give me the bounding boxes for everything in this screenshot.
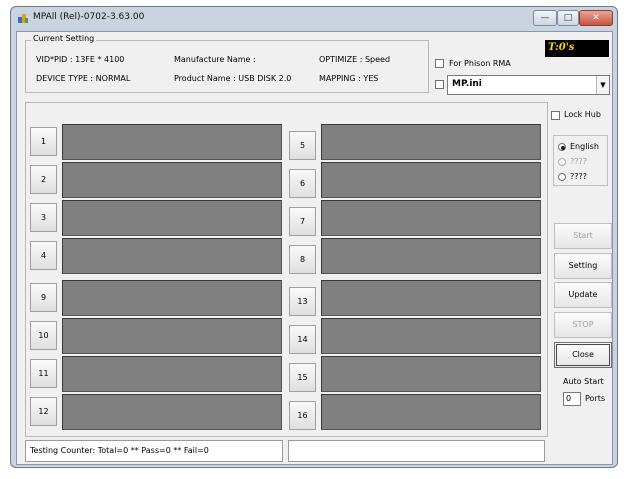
port-status-11 (62, 356, 282, 392)
port-button-1[interactable]: 1 (30, 127, 57, 156)
for-phison-rma-label: For Phison RMA (449, 59, 511, 68)
port-button-12[interactable]: 12 (30, 397, 57, 426)
language-radio-2[interactable] (558, 158, 566, 166)
start-button[interactable]: Start (554, 223, 612, 249)
language-group: English ???? ???? (553, 135, 608, 186)
current-setting-group: Current Setting VID*PID : 13FE * 4100 Ma… (25, 34, 429, 93)
maximize-button[interactable]: □ (557, 10, 579, 26)
chevron-down-icon[interactable]: ▼ (596, 76, 609, 94)
port-button-2[interactable]: 2 (30, 165, 57, 194)
port-status-14 (321, 318, 541, 354)
port-status-16 (321, 394, 541, 430)
title-bar[interactable]: MPAll (Rel)-0702-3.63.00 — □ ✕ (11, 7, 617, 29)
for-phison-rma-checkbox[interactable] (435, 59, 444, 68)
port-button-14[interactable]: 14 (289, 325, 316, 354)
language-label-english: English (570, 142, 599, 151)
port-button-6[interactable]: 6 (289, 169, 316, 198)
port-status-4 (62, 238, 282, 274)
language-radio-english[interactable] (558, 143, 566, 151)
manufacture-name-info: Manufacture Name : (174, 55, 256, 64)
port-status-2 (62, 162, 282, 198)
port-button-11[interactable]: 11 (30, 359, 57, 388)
ini-file-select[interactable]: MP.ini ▼ (447, 75, 610, 95)
port-panel: 1 2 3 4 9 10 11 12 5 6 7 8 13 14 15 16 (25, 102, 548, 437)
port-status-3 (62, 200, 282, 236)
close-window-button[interactable]: ✕ (579, 10, 613, 26)
port-button-4[interactable]: 4 (30, 241, 57, 270)
mapping-info: MAPPING : YES (319, 74, 379, 83)
port-status-1 (62, 124, 282, 160)
minimize-button[interactable]: — (533, 10, 557, 26)
status-message (288, 440, 545, 462)
app-window: MPAll (Rel)-0702-3.63.00 — □ ✕ Current S… (10, 6, 618, 468)
port-status-7 (321, 200, 541, 236)
ini-file-value: MP.ini (452, 79, 482, 89)
port-status-13 (321, 280, 541, 316)
testing-counter-status: Testing Counter: Total=0 ** Pass=0 ** Fa… (25, 440, 283, 462)
port-status-15 (321, 356, 541, 392)
port-status-12 (62, 394, 282, 430)
language-radio-3[interactable] (558, 173, 566, 181)
port-status-6 (321, 162, 541, 198)
close-button[interactable]: Close (554, 342, 612, 368)
port-button-3[interactable]: 3 (30, 203, 57, 232)
port-button-13[interactable]: 13 (289, 287, 316, 316)
auto-start-ports-input[interactable]: 0 (563, 392, 581, 406)
timer-display: T:0's (545, 40, 609, 57)
port-button-10[interactable]: 10 (30, 321, 57, 350)
port-button-5[interactable]: 5 (289, 131, 316, 160)
language-label-3: ???? (570, 172, 587, 181)
port-status-5 (321, 124, 541, 160)
device-type-info: DEVICE TYPE : NORMAL (36, 74, 131, 83)
window-title: MPAll (Rel)-0702-3.63.00 (33, 12, 145, 22)
update-button[interactable]: Update (554, 282, 612, 308)
port-status-10 (62, 318, 282, 354)
product-name-info: Product Name : USB DISK 2.0 (174, 74, 292, 83)
port-status-9 (62, 280, 282, 316)
port-button-16[interactable]: 16 (289, 401, 316, 430)
port-button-9[interactable]: 9 (30, 283, 57, 312)
language-label-2: ???? (570, 157, 587, 166)
setting-button[interactable]: Setting (554, 253, 612, 279)
port-status-8 (321, 238, 541, 274)
port-button-8[interactable]: 8 (289, 245, 316, 274)
lock-hub-checkbox[interactable] (551, 111, 560, 120)
port-button-7[interactable]: 7 (289, 207, 316, 236)
ini-enable-checkbox[interactable] (435, 80, 444, 89)
current-setting-legend: Current Setting (31, 34, 97, 43)
vid-pid-info: VID*PID : 13FE * 4100 (36, 55, 125, 64)
stop-button[interactable]: STOP (554, 312, 612, 338)
port-button-15[interactable]: 15 (289, 363, 316, 392)
optimize-info: OPTIMIZE : Speed (319, 55, 391, 64)
lock-hub-label: Lock Hub (564, 110, 601, 119)
auto-start-label: Auto Start (563, 377, 604, 386)
client-area: Current Setting VID*PID : 13FE * 4100 Ma… (16, 31, 613, 465)
app-icon (17, 12, 29, 24)
ports-label: Ports (585, 394, 606, 403)
